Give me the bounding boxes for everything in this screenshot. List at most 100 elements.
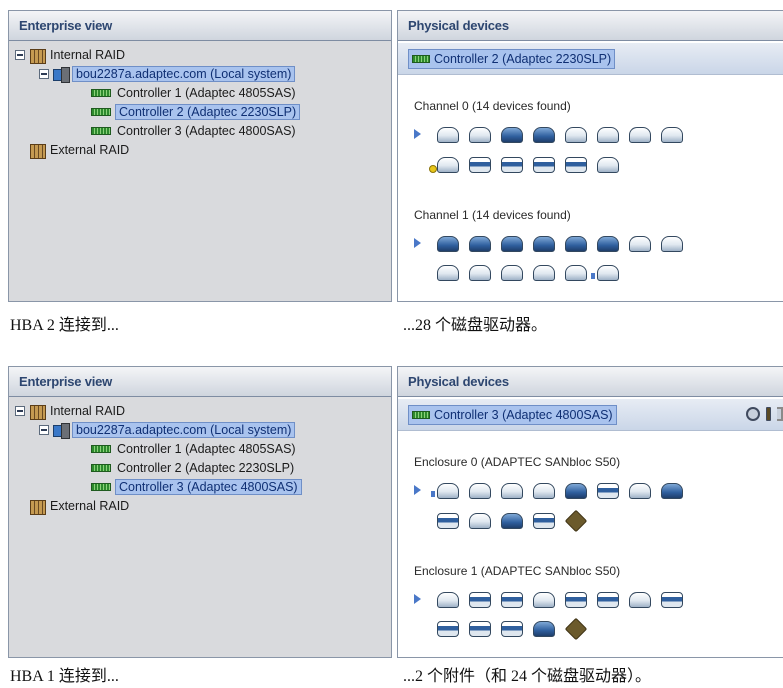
disk-drive-icon[interactable] xyxy=(565,157,587,173)
tree-item-controller-2[interactable]: Controller 2 (Adaptec 2230SLP) xyxy=(9,104,391,123)
disk-drive-icon[interactable] xyxy=(533,157,555,173)
disk-drive-icon[interactable] xyxy=(565,127,587,143)
disk-drive-icon[interactable] xyxy=(533,621,555,637)
disk-drive-icon[interactable] xyxy=(501,483,523,499)
disk-drive-icon[interactable] xyxy=(469,127,491,143)
disk-drive-icon[interactable] xyxy=(629,592,651,608)
collapse-icon[interactable] xyxy=(15,49,25,60)
disk-drive-icon[interactable] xyxy=(533,127,555,143)
selected-controller-bar: Controller 2 (Adaptec 2230SLP) xyxy=(398,43,783,75)
disk-drive-icon[interactable] xyxy=(565,483,587,499)
controller-card-icon xyxy=(91,463,111,472)
enclosure-icon[interactable] xyxy=(565,513,585,527)
enclosure-icon[interactable] xyxy=(565,621,585,635)
disk-drive-icon[interactable] xyxy=(437,265,459,281)
tree-item-system[interactable]: bou2287a.adaptec.com (Local system) xyxy=(9,422,391,441)
disk-drive-icon[interactable] xyxy=(501,236,523,252)
disk-drive-icon[interactable] xyxy=(501,127,523,143)
disk-drive-icon[interactable] xyxy=(469,621,491,637)
more-icon[interactable] xyxy=(777,407,783,421)
tree-item-external-raid[interactable]: External RAID xyxy=(9,142,391,161)
enterprise-tree: Internal RAID bou2287a.adaptec.com (Loca… xyxy=(9,397,391,517)
tree-item-label: Controller 3 (Adaptec 4800SAS) xyxy=(117,123,296,138)
enterprise-view-header: Enterprise view xyxy=(9,367,391,397)
tree-item-controller-1[interactable]: Controller 1 (Adaptec 4805SAS) xyxy=(9,441,391,460)
disk-drive-icon[interactable] xyxy=(437,621,459,637)
disk-drive-icon[interactable] xyxy=(597,157,619,173)
disk-drive-icon[interactable] xyxy=(591,265,619,281)
tree-item-external-raid[interactable]: External RAID xyxy=(9,498,391,517)
tree-item-label: Internal RAID xyxy=(50,47,126,62)
enterprise-view-panel-top: Enterprise view Internal RAID bou2287a.a… xyxy=(8,10,392,302)
disk-drive-icon[interactable] xyxy=(501,157,523,173)
tree-item-controller-3[interactable]: Controller 3 (Adaptec 4800SAS) xyxy=(9,123,391,142)
tree-item-internal-raid[interactable]: Internal RAID xyxy=(9,47,391,66)
controller-card-icon xyxy=(91,483,111,491)
disk-drive-icon[interactable] xyxy=(661,483,683,499)
tree-item-label: bou2287a.adaptec.com (Local system) xyxy=(72,422,296,438)
disk-drive-icon[interactable] xyxy=(501,513,523,529)
disk-drive-icon[interactable] xyxy=(437,513,459,529)
disk-drive-icon[interactable] xyxy=(429,157,459,173)
disk-drive-icon[interactable] xyxy=(469,157,491,173)
tree-item-system[interactable]: bou2287a.adaptec.com (Local system) xyxy=(9,66,391,85)
tree-item-label: bou2287a.adaptec.com (Local system) xyxy=(72,66,296,82)
disk-drive-icon[interactable] xyxy=(501,592,523,608)
disk-drive-icon[interactable] xyxy=(533,592,555,608)
selected-controller[interactable]: Controller 2 (Adaptec 2230SLP) xyxy=(408,48,616,69)
tree-item-label: External RAID xyxy=(50,498,130,513)
device-row xyxy=(414,157,629,173)
disk-drive-icon[interactable] xyxy=(469,483,491,499)
channel-0-label: Channel 0 (14 devices found) xyxy=(414,99,571,113)
collapse-icon[interactable] xyxy=(39,425,49,435)
disk-drive-icon[interactable] xyxy=(661,236,683,252)
collapse-icon[interactable] xyxy=(39,69,49,79)
play-arrow-icon[interactable] xyxy=(414,594,421,604)
disk-drive-icon[interactable] xyxy=(533,265,555,281)
physical-devices-header: Physical devices xyxy=(398,11,783,41)
play-arrow-icon[interactable] xyxy=(414,129,421,139)
disk-drive-icon[interactable] xyxy=(565,236,587,252)
disk-drive-icon[interactable] xyxy=(629,127,651,143)
disk-drive-icon[interactable] xyxy=(597,127,619,143)
disk-drive-icon[interactable] xyxy=(533,483,555,499)
selected-controller[interactable]: Controller 3 (Adaptec 4800SAS) xyxy=(408,404,617,425)
disk-drive-icon[interactable] xyxy=(597,592,619,608)
disk-drive-icon[interactable] xyxy=(437,127,459,143)
disk-drive-icon[interactable] xyxy=(437,592,459,608)
disk-drive-icon[interactable] xyxy=(629,483,651,499)
tree-item-label: Controller 2 (Adaptec 2230SLP) xyxy=(115,104,301,120)
disk-drive-icon[interactable] xyxy=(629,236,651,252)
tree-item-controller-3[interactable]: Controller 3 (Adaptec 4800SAS) xyxy=(9,479,391,498)
disk-drive-icon[interactable] xyxy=(661,127,683,143)
collapse-icon[interactable] xyxy=(15,405,25,416)
disk-drive-icon[interactable] xyxy=(533,513,555,529)
physical-devices-header: Physical devices xyxy=(398,367,783,397)
disk-drive-icon[interactable] xyxy=(469,513,491,529)
tree-item-internal-raid[interactable]: Internal RAID xyxy=(9,403,391,422)
controller-card-icon xyxy=(91,444,111,453)
disk-drive-icon[interactable] xyxy=(437,236,459,252)
enterprise-view-panel-bottom: Enterprise view Internal RAID bou2287a.a… xyxy=(8,366,392,658)
disk-drive-icon[interactable] xyxy=(533,236,555,252)
tree-item-controller-2[interactable]: Controller 2 (Adaptec 2230SLP) xyxy=(9,460,391,479)
disk-drive-icon[interactable] xyxy=(431,483,459,499)
disk-drive-icon[interactable] xyxy=(469,236,491,252)
caption-hba2: HBA 2 连接到... xyxy=(10,317,119,334)
tree-item-controller-1[interactable]: Controller 1 (Adaptec 4805SAS) xyxy=(9,85,391,104)
disk-drive-icon[interactable] xyxy=(469,265,491,281)
disk-drive-icon[interactable] xyxy=(597,483,619,499)
disk-drive-icon[interactable] xyxy=(565,265,587,281)
selected-controller-bar: Controller 3 (Adaptec 4800SAS) xyxy=(398,399,783,431)
disk-drive-icon[interactable] xyxy=(501,265,523,281)
info-icon[interactable] xyxy=(766,407,771,421)
disk-drive-icon[interactable] xyxy=(469,592,491,608)
caption-28-disks: ...28 个磁盘驱动器。 xyxy=(403,317,548,334)
disk-drive-icon[interactable] xyxy=(661,592,683,608)
disk-drive-icon[interactable] xyxy=(565,592,587,608)
disk-drive-icon[interactable] xyxy=(597,236,619,252)
gear-icon[interactable] xyxy=(746,407,760,421)
play-arrow-icon[interactable] xyxy=(414,485,421,495)
play-arrow-icon[interactable] xyxy=(414,238,421,248)
disk-drive-icon[interactable] xyxy=(501,621,523,637)
